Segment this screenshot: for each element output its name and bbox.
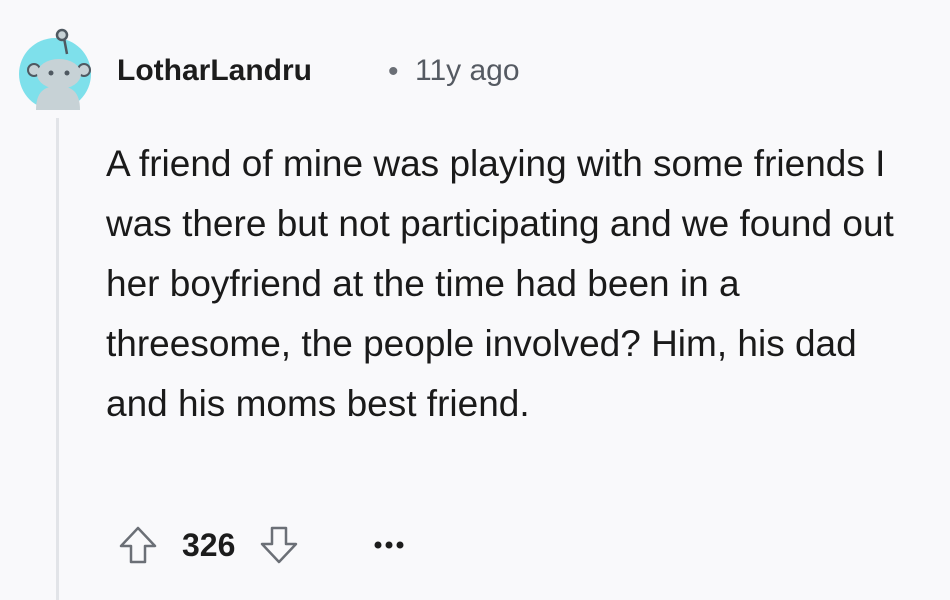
reddit-snoo-avatar-icon <box>19 28 91 110</box>
vote-score: 326 <box>182 526 236 563</box>
comment-text: A friend of mine was playing with some f… <box>106 143 894 424</box>
thread-line[interactable] <box>56 118 59 600</box>
comment-author[interactable]: LotharLandru <box>117 54 312 88</box>
comment-body: A friend of mine was playing with some f… <box>106 134 926 434</box>
meta-separator: • <box>388 55 399 88</box>
comment-timestamp[interactable]: 11y ago <box>415 54 520 88</box>
downvote-button[interactable] <box>253 521 305 569</box>
arrow-up-icon <box>119 526 157 564</box>
more-options-icon <box>374 541 404 549</box>
more-options-button[interactable] <box>369 525 409 565</box>
upvote-button[interactable] <box>112 521 164 569</box>
arrow-down-icon <box>261 526 298 564</box>
comment-action-bar: 326 <box>112 520 409 570</box>
avatar[interactable] <box>18 24 92 114</box>
